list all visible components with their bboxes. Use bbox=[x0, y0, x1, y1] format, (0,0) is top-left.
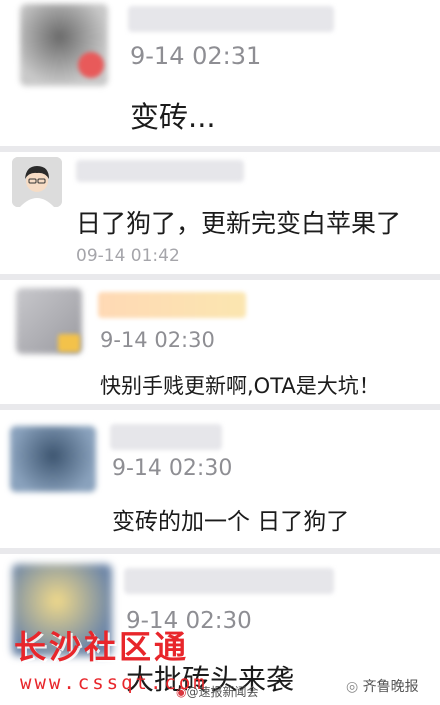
weibo-icon: ◉ bbox=[176, 685, 187, 699]
comment-time: 9-14 02:30 bbox=[112, 456, 233, 481]
comment-time: 9-14 02:30 bbox=[100, 328, 215, 352]
wechat-account: 齐鲁晚报 bbox=[362, 679, 419, 695]
comment-text: 变砖... bbox=[130, 100, 216, 134]
comment-time: 09-14 01:42 bbox=[76, 246, 180, 266]
comment-text: 变砖的加一个 日了狗了 bbox=[112, 509, 350, 535]
username-blurred bbox=[110, 424, 222, 450]
comment-card: 日了狗了，更新完变白苹果了 09-14 01:42 bbox=[0, 152, 440, 274]
site-watermark: 长沙社区通 bbox=[14, 628, 190, 666]
wechat-watermark: ◎ 齐鲁晚报 bbox=[346, 676, 419, 696]
badge-icon bbox=[58, 334, 80, 352]
avatar[interactable] bbox=[12, 157, 62, 207]
avatar[interactable] bbox=[10, 426, 96, 492]
comment-text: 日了狗了，更新完变白苹果了 bbox=[76, 209, 402, 238]
wechat-icon: ◎ bbox=[346, 679, 359, 695]
weibo-handle: @速报新闻会 bbox=[186, 685, 259, 699]
badge-icon bbox=[78, 52, 104, 78]
comment-card: 9-14 02:30 变砖的加一个 日了狗了 bbox=[0, 410, 440, 548]
comment-card: 9-14 02:31 变砖... bbox=[0, 0, 440, 146]
username-blurred bbox=[98, 292, 246, 318]
user-avatar-icon bbox=[12, 157, 62, 207]
username-blurred bbox=[76, 160, 244, 182]
username-blurred bbox=[124, 568, 334, 594]
comment-card: 9-14 02:30 快别手贱更新啊,OTA是大坑！ bbox=[0, 280, 440, 404]
weibo-watermark: ◉@速报新闻会 bbox=[176, 683, 259, 700]
username-blurred bbox=[128, 6, 334, 32]
comment-time: 9-14 02:31 bbox=[130, 42, 262, 70]
comment-text: 快别手贱更新啊,OTA是大坑！ bbox=[100, 374, 380, 398]
